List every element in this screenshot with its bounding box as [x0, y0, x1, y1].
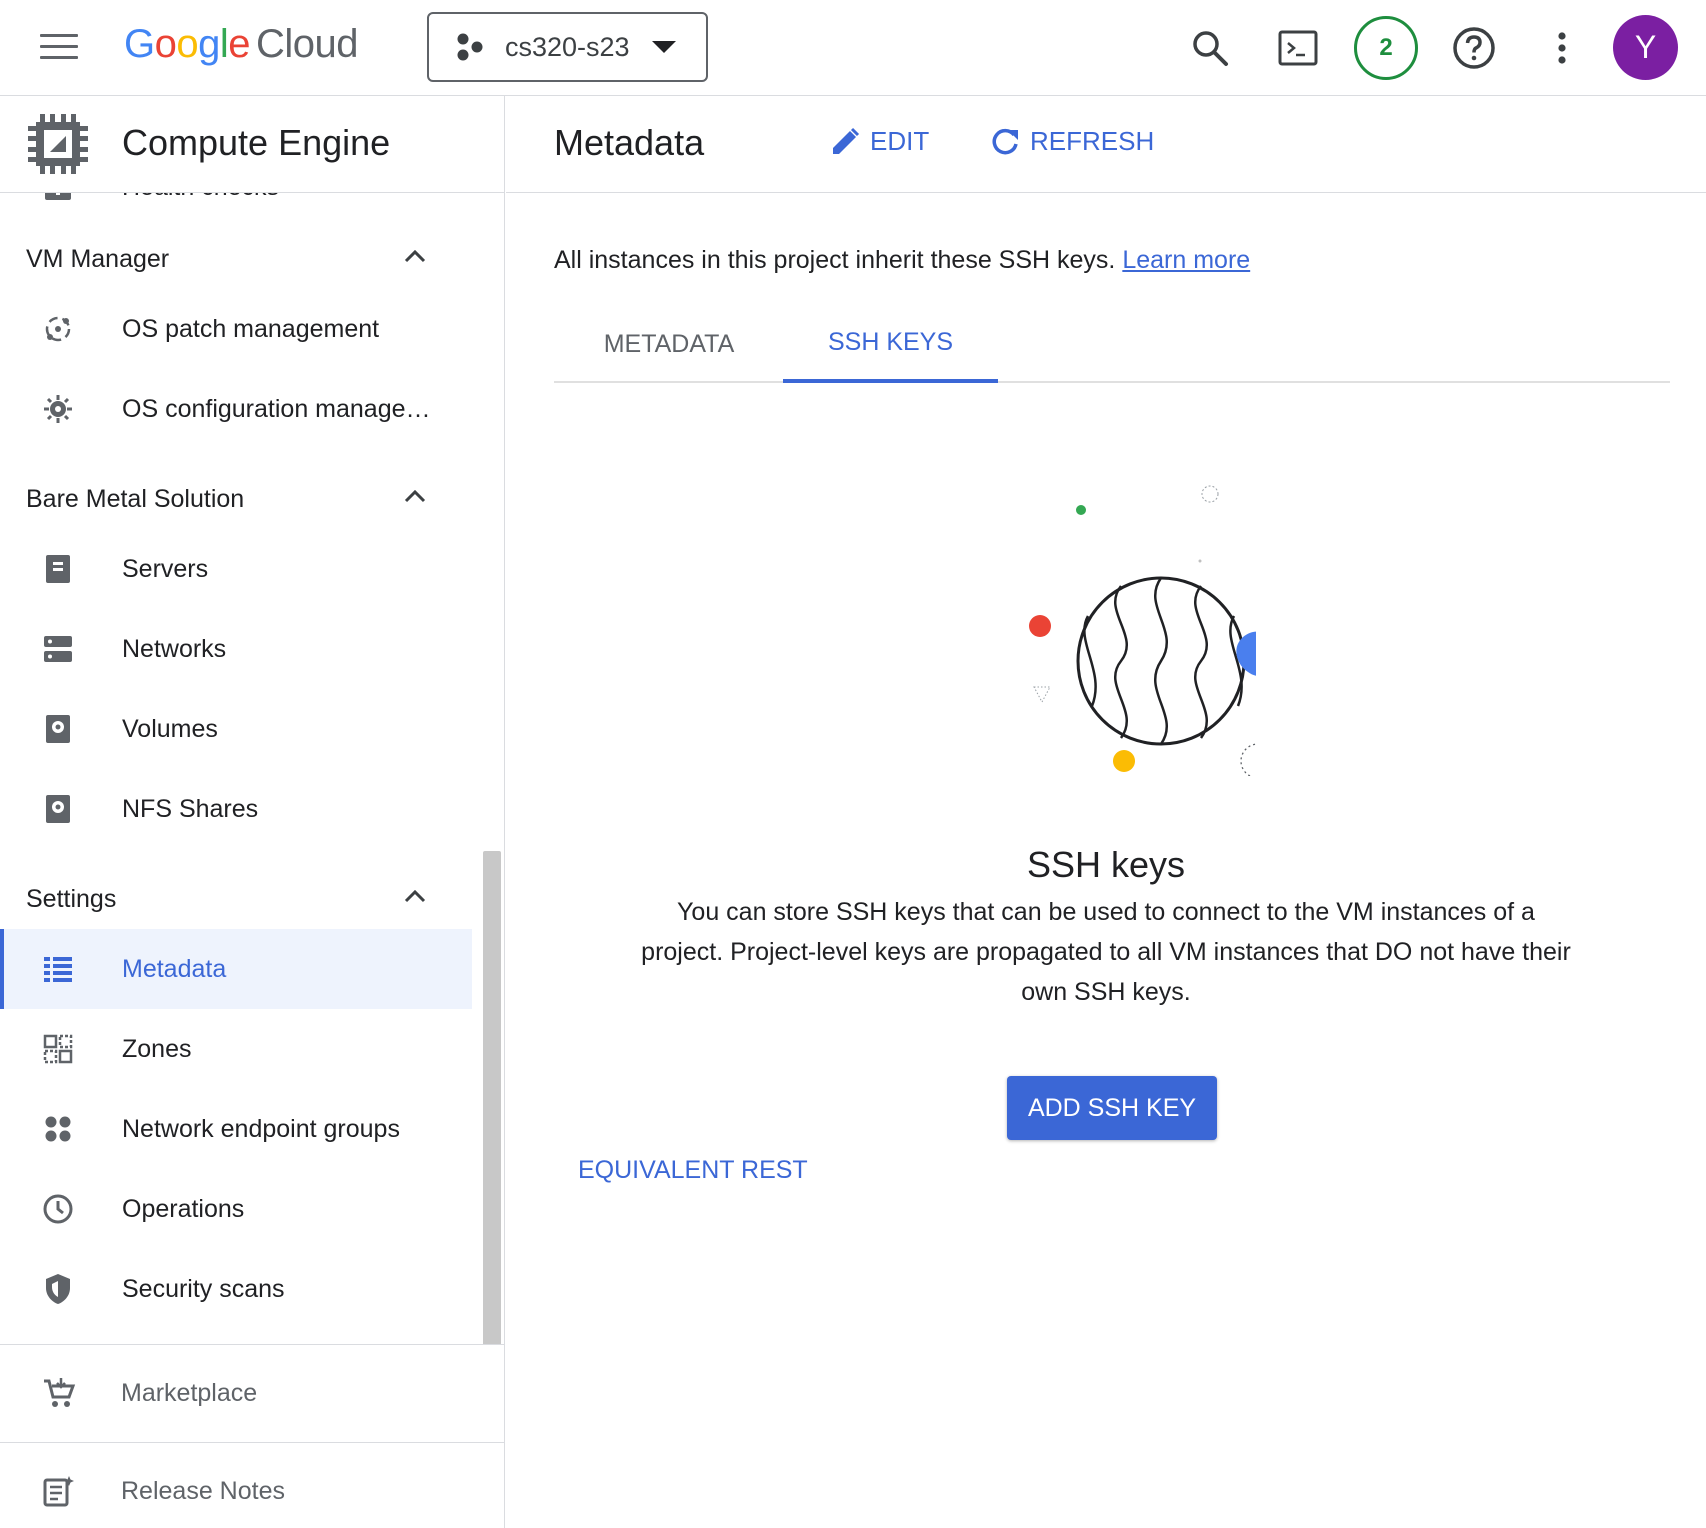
tab-ssh-keys[interactable]: SSH KEYS [783, 306, 998, 383]
endpoint-groups-icon [42, 1113, 74, 1145]
chevron-up-icon [404, 889, 426, 903]
account-avatar[interactable]: Y [1613, 15, 1678, 80]
sidebar-item-networks[interactable]: Networks [0, 609, 472, 689]
empty-state-title: SSH keys [1026, 844, 1186, 885]
release-notes-icon [43, 1476, 74, 1507]
os-patch-icon [42, 313, 74, 345]
refresh-icon [992, 128, 1018, 154]
left-navigation: Compute Engine Health checks VM Manager … [0, 96, 505, 1528]
sidebar-item-volumes[interactable]: Volumes [0, 689, 472, 769]
project-hexagons-icon [457, 33, 483, 61]
inherit-info-text: All instances in this project inherit th… [554, 246, 1251, 274]
sidebar-item-health-checks[interactable]: Health checks [0, 193, 472, 227]
tab-metadata[interactable]: METADATA [554, 306, 784, 383]
product-header: Compute Engine [0, 96, 504, 193]
notifications-badge[interactable]: 2 [1354, 16, 1418, 80]
cloud-shell-icon[interactable] [1270, 20, 1326, 76]
health-checks-icon [42, 193, 74, 203]
project-picker[interactable]: cs320-s23 [427, 12, 708, 82]
globe-illustration [1029, 485, 1256, 776]
chevron-down-icon [652, 41, 676, 53]
refresh-button[interactable]: REFRESH [990, 126, 1154, 157]
main-menu-icon[interactable] [40, 34, 78, 60]
learn-more-link[interactable]: Learn more [1122, 246, 1250, 274]
empty-state-description: You can store SSH keys that can be used … [641, 898, 1571, 1006]
os-config-gear-icon [42, 393, 74, 425]
section-vm-manager[interactable]: VM Manager [0, 229, 472, 289]
sidebar-item-release-notes[interactable]: Release Notes [0, 1442, 504, 1528]
compute-engine-chip-icon [28, 114, 88, 174]
sidebar-item-zones[interactable]: Zones [0, 1009, 472, 1089]
pencil-icon [833, 127, 860, 154]
main-content: Metadata EDIT REFRESH All instances in t… [506, 96, 1706, 1528]
tab-bar: METADATA SSH KEYS [554, 306, 1670, 383]
clock-icon [42, 1193, 74, 1225]
more-vert-icon[interactable] [1534, 20, 1590, 76]
sidebar-item-operations[interactable]: Operations [0, 1169, 472, 1249]
sidebar-item-network-endpoint-groups[interactable]: Network endpoint groups [0, 1089, 472, 1169]
chevron-up-icon [404, 489, 426, 503]
google-cloud-logo[interactable]: Google Cloud [124, 22, 359, 67]
networks-icon [42, 633, 74, 665]
top-app-bar: Google Cloud cs320-s23 2 Y [0, 0, 1706, 96]
shield-icon [42, 1273, 74, 1305]
volumes-disk-icon [42, 713, 74, 745]
page-header: Metadata EDIT REFRESH [506, 96, 1706, 193]
section-settings[interactable]: Settings [0, 869, 472, 929]
nfs-shares-disk-icon [42, 793, 74, 825]
sidebar-scroll-area[interactable]: Health checks VM Manager OS patch manage… [0, 193, 504, 1440]
sidebar-item-marketplace[interactable]: Marketplace [0, 1344, 504, 1442]
shopping-cart-icon [44, 1378, 76, 1407]
sidebar-item-servers[interactable]: Servers [0, 529, 472, 609]
page-title: Metadata [554, 122, 705, 163]
chevron-up-icon [404, 249, 426, 263]
section-bare-metal[interactable]: Bare Metal Solution [0, 469, 472, 529]
sidebar-item-os-config[interactable]: OS configuration manage… [0, 369, 472, 449]
product-title: Compute Engine [122, 122, 391, 163]
sidebar-scrollbar[interactable] [483, 851, 501, 1395]
sidebar-item-nfs-shares[interactable]: NFS Shares [0, 769, 472, 849]
servers-icon [42, 553, 74, 585]
add-ssh-key-button[interactable]: ADD SSH KEY [1007, 1076, 1217, 1140]
sidebar-item-metadata[interactable]: Metadata [0, 929, 472, 1009]
project-name: cs320-s23 [505, 31, 630, 62]
metadata-list-icon [42, 953, 74, 985]
zones-grid-icon [42, 1033, 74, 1065]
equivalent-rest-button[interactable]: EQUIVALENT REST [578, 1156, 808, 1185]
edit-button[interactable]: EDIT [830, 126, 929, 157]
sidebar-item-security-scans[interactable]: Security scans [0, 1249, 472, 1329]
help-icon[interactable] [1446, 20, 1502, 76]
sidebar-item-os-patch[interactable]: OS patch management [0, 289, 472, 369]
search-icon[interactable] [1182, 20, 1238, 76]
